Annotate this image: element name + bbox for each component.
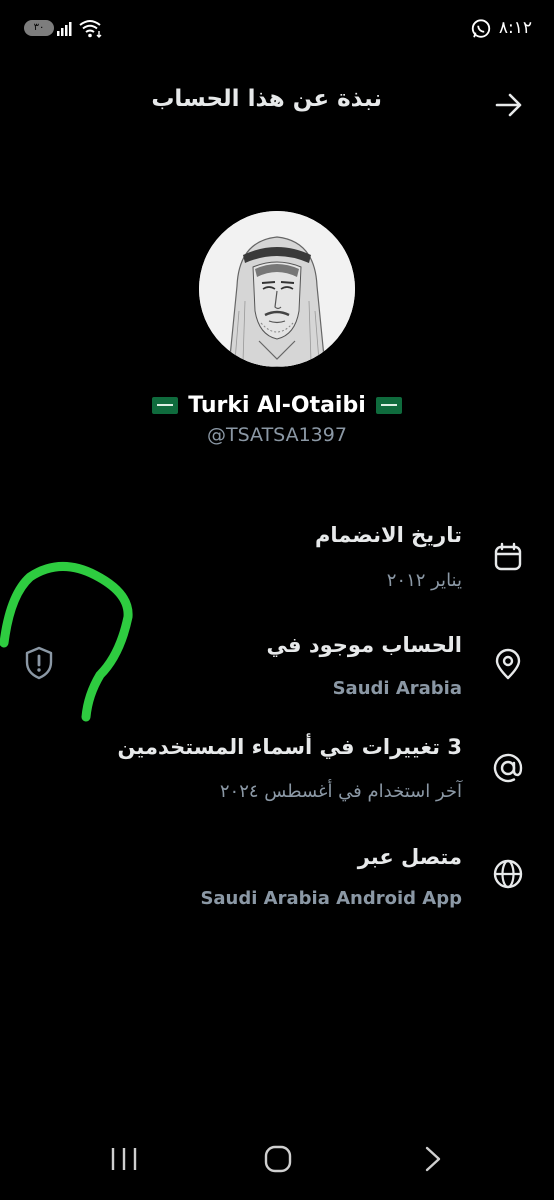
- account-location-value: Saudi Arabia: [332, 678, 462, 699]
- nav-back-button[interactable]: [423, 1145, 443, 1173]
- green-annotation-scribble: [0, 562, 133, 722]
- connected-via-value: Saudi Arabia Android App: [200, 888, 462, 909]
- saudi-flag-icon: [376, 397, 403, 414]
- page-title: نبذة عن هذا الحساب: [151, 86, 382, 112]
- signal-icon: [57, 22, 72, 36]
- account-location-label: الحساب موجود في: [266, 633, 462, 657]
- shield-alert-icon[interactable]: [24, 646, 54, 680]
- display-name: Turki Al-Otaibi: [0, 393, 554, 418]
- status-time: ٨:١٢: [498, 18, 532, 38]
- wifi-icon: [79, 20, 102, 38]
- recent-apps-button[interactable]: [110, 1146, 138, 1172]
- portrait-illustration: [199, 211, 355, 367]
- globe-icon: [493, 859, 523, 889]
- home-button[interactable]: [263, 1145, 293, 1173]
- username-changes-label: 3 تغييرات في أسماء المستخدمين: [117, 735, 462, 759]
- display-name-text: Turki Al-Otaibi: [188, 393, 366, 418]
- user-handle: @TSATSA1397: [207, 424, 347, 446]
- joined-date-value: يناير ٢٠١٢: [386, 570, 462, 591]
- at-sign-icon: [493, 753, 523, 783]
- back-arrow-icon[interactable]: [494, 90, 524, 120]
- battery-level: ٣٠: [33, 22, 45, 33]
- location-pin-icon: [495, 648, 521, 680]
- saudi-flag-icon: [151, 397, 178, 414]
- connected-via-label: متصل عبر: [357, 845, 462, 869]
- username-changes-value: آخر استخدام في أغسطس ٢٠٢٤: [219, 781, 462, 802]
- whatsapp-icon: [471, 19, 491, 38]
- calendar-icon: [494, 542, 522, 571]
- joined-date-label: تاريخ الانضمام: [315, 523, 462, 547]
- battery-indicator: ٣٠: [24, 20, 54, 36]
- avatar[interactable]: [199, 211, 355, 367]
